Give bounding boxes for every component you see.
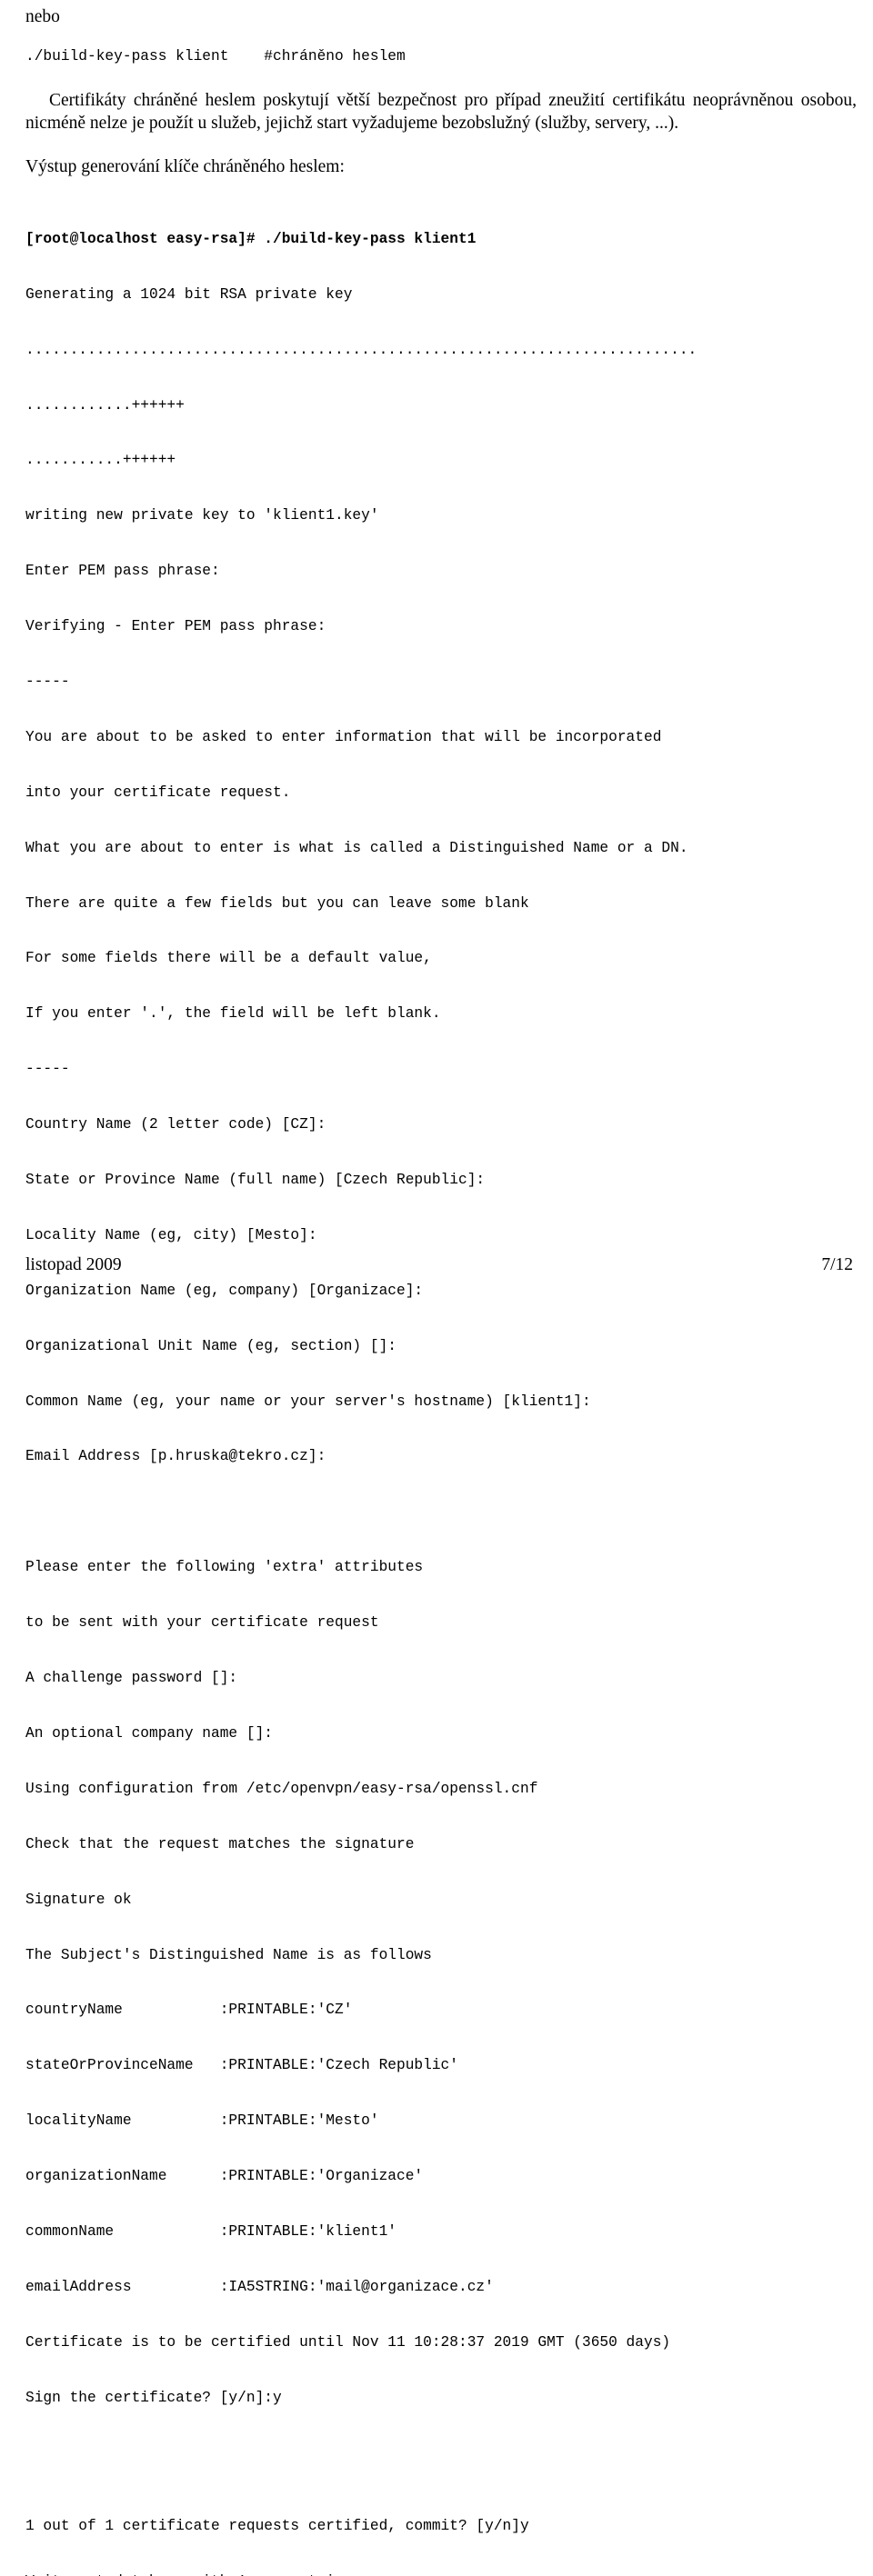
footer-date: listopad 2009	[25, 1255, 122, 1274]
terminal-line: Using configuration from /etc/openvpn/ea…	[25, 1780, 538, 1797]
terminal-line: stateOrProvinceName :PRINTABLE:'Czech Re…	[25, 2057, 458, 2074]
terminal-line: Common Name (eg, your name or your serve…	[25, 1393, 591, 1410]
terminal-line: Generating a 1024 bit RSA private key	[25, 285, 353, 303]
terminal-line: A challenge password []:	[25, 1670, 238, 1687]
terminal-line: Write out database with 1 new entries	[25, 2572, 857, 2576]
terminal-line: There are quite a few fields but you can…	[25, 894, 529, 912]
footer-page-number: 7/12	[821, 1255, 853, 1274]
terminal-line: countryName :PRINTABLE:'CZ'	[25, 2002, 353, 2019]
terminal-line: emailAddress :IA5STRING:'mail@organizace…	[25, 2278, 494, 2295]
terminal-line: Signature ok	[25, 1891, 132, 1908]
terminal-line: ........................................…	[25, 341, 697, 358]
terminal-line: What you are about to enter is what is c…	[25, 839, 688, 856]
terminal-line: commonName :PRINTABLE:'klient1'	[25, 2222, 396, 2240]
terminal-line: An optional company name []:	[25, 1724, 273, 1742]
terminal-line: For some fields there will be a default …	[25, 950, 432, 967]
terminal-output-block: [root@localhost easy-rsa]# ./build-key-p…	[25, 193, 857, 2443]
document-page: nebo ./build-key-pass klient #chráněno h…	[0, 0, 873, 2576]
terminal-line: Verifying - Enter PEM pass phrase:	[25, 618, 326, 635]
terminal-line: Organization Name (eg, company) [Organiz…	[25, 1282, 424, 1299]
page-footer: listopad 2009 7/12	[25, 1255, 853, 1275]
terminal-line: You are about to be asked to enter infor…	[25, 728, 662, 745]
terminal-line: to be sent with your certificate request	[25, 1614, 379, 1632]
terminal-line: -----	[25, 1061, 70, 1078]
terminal-line: State or Province Name (full name) [Czec…	[25, 1172, 486, 1189]
terminal-line: -----	[25, 674, 70, 691]
terminal-line: Country Name (2 letter code) [CZ]:	[25, 1116, 326, 1133]
terminal-line: writing new private key to 'klient1.key'	[25, 507, 379, 524]
terminal-tail-block: 1 out of 1 certificate requests certifie…	[25, 2481, 857, 2576]
paragraph-output-intro: Výstup generování klíče chráněného hesle…	[25, 156, 345, 176]
terminal-line: Check that the request matches the signa…	[25, 1835, 415, 1852]
paragraph-certificates: Certifikáty chráněné heslem poskytují vě…	[25, 90, 857, 134]
terminal-line: Locality Name (eg, city) [Mesto]:	[25, 1226, 317, 1243]
terminal-line: localityName :PRINTABLE:'Mesto'	[25, 2112, 379, 2130]
terminal-line: Please enter the following 'extra' attri…	[25, 1559, 424, 1576]
terminal-line: The Subject's Distinguished Name is as f…	[25, 1946, 432, 1963]
terminal-line: Certificate is to be certified until Nov…	[25, 2333, 671, 2351]
terminal-prompt-line: [root@localhost easy-rsa]# ./build-key-p…	[25, 230, 477, 247]
terminal-line: Enter PEM pass phrase:	[25, 563, 220, 580]
intro-word: nebo	[25, 7, 60, 26]
terminal-line: Sign the certificate? [y/n]:y	[25, 2389, 282, 2406]
terminal-line: ...........++++++	[25, 452, 176, 469]
terminal-line: organizationName :PRINTABLE:'Organizace'	[25, 2168, 424, 2185]
terminal-line: Organizational Unit Name (eg, section) […	[25, 1337, 396, 1354]
terminal-line: ............++++++	[25, 396, 185, 414]
terminal-line: 1 out of 1 certificate requests certifie…	[25, 2518, 529, 2535]
terminal-line: Email Address [p.hruska@tekro.cz]:	[25, 1448, 326, 1465]
terminal-line: into your certificate request.	[25, 784, 291, 801]
terminal-line: If you enter '.', the field will be left…	[25, 1005, 441, 1023]
command-build-key-pass: ./build-key-pass klient #chráněno heslem	[25, 47, 406, 65]
